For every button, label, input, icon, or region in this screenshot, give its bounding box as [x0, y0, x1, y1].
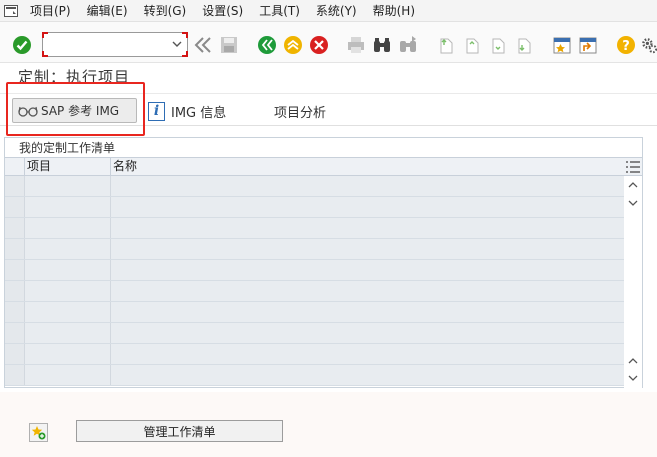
menu-item-settings[interactable]: 设置(S) [194, 2, 251, 19]
cell-name [111, 344, 626, 364]
save-icon[interactable] [219, 35, 239, 55]
command-input[interactable] [46, 35, 166, 54]
menu-bar: 项目(P) 编辑(E) 转到(G) 设置(S) 工具(T) 系统(Y) 帮助(H… [0, 0, 657, 22]
cell-project [25, 260, 111, 280]
cell-project [25, 365, 111, 385]
back-icon[interactable] [257, 35, 277, 55]
system-menu-icon[interactable] [0, 0, 22, 22]
command-dropdown-icon[interactable] [171, 37, 183, 51]
cell-name [111, 365, 626, 385]
row-selector[interactable] [5, 218, 25, 238]
cell-name [111, 218, 626, 238]
column-header-name[interactable]: 名称 [111, 158, 626, 175]
svg-text:?: ? [622, 39, 630, 54]
cell-project [25, 323, 111, 343]
row-selector[interactable] [5, 197, 25, 217]
menu-item-help[interactable]: 帮助(H) [365, 2, 423, 19]
cell-name [111, 323, 626, 343]
bottom-area: 管理工作清单 [0, 392, 657, 457]
column-header-project[interactable]: 项目 [25, 158, 111, 175]
grid-body [5, 176, 626, 388]
menu-item-project[interactable]: 项目(P) [22, 2, 79, 19]
project-analysis-button[interactable]: 项目分析 [274, 102, 326, 121]
row-selector[interactable] [5, 260, 25, 280]
info-icon: i [148, 101, 165, 121]
menu-item-edit[interactable]: 编辑(E) [79, 2, 136, 19]
grid-settings-icon[interactable] [624, 157, 642, 176]
table-row[interactable] [5, 302, 626, 323]
worklist-panel: 我的定制工作清单 项目 名称 [4, 137, 643, 388]
scroll-down-icon[interactable] [627, 373, 639, 383]
exit-icon[interactable] [283, 35, 303, 55]
select-all-column[interactable] [5, 158, 25, 175]
cell-project [25, 218, 111, 238]
cell-name [111, 281, 626, 301]
table-row[interactable] [5, 260, 626, 281]
img-info-button[interactable]: i IMG 信息 [148, 100, 226, 122]
cell-name [111, 302, 626, 322]
cell-name [111, 239, 626, 259]
cell-project [25, 197, 111, 217]
cell-name [111, 197, 626, 217]
table-row[interactable] [5, 344, 626, 365]
row-selector[interactable] [5, 323, 25, 343]
command-field[interactable] [42, 32, 188, 57]
row-selector[interactable] [5, 239, 25, 259]
img-info-label: IMG 信息 [171, 105, 227, 121]
table-row[interactable] [5, 281, 626, 302]
generate-shortcut-icon[interactable] [578, 35, 598, 55]
vertical-scrollbar[interactable] [624, 176, 642, 388]
row-selector[interactable] [5, 281, 25, 301]
menu-item-system[interactable]: 系统(Y) [308, 2, 365, 19]
print-icon[interactable] [346, 35, 366, 55]
cancel-icon[interactable] [309, 35, 329, 55]
cell-project [25, 281, 111, 301]
cell-name [111, 176, 626, 196]
first-page-icon[interactable] [436, 35, 456, 55]
grid-header: 项目 名称 [5, 157, 626, 176]
customize-layout-icon[interactable] [641, 35, 657, 55]
row-selector[interactable] [5, 176, 25, 196]
table-row[interactable] [5, 323, 626, 344]
row-selector[interactable] [5, 365, 25, 385]
find-next-icon[interactable] [398, 35, 418, 55]
scroll-up-icon[interactable] [627, 180, 639, 190]
table-row[interactable] [5, 239, 626, 260]
row-selector[interactable] [5, 302, 25, 322]
cell-project [25, 176, 111, 196]
manage-worklist-button[interactable]: 管理工作清单 [76, 420, 283, 442]
next-page-icon[interactable] [488, 35, 508, 55]
table-row[interactable] [5, 197, 626, 218]
worklist-title: 我的定制工作清单 [19, 141, 116, 155]
cell-project [25, 302, 111, 322]
cell-name [111, 260, 626, 280]
add-favorite-icon[interactable] [29, 423, 48, 442]
double-left-arrow-icon[interactable] [193, 35, 213, 55]
standard-toolbar: ? [0, 22, 657, 63]
table-row[interactable] [5, 176, 626, 197]
cell-project [25, 239, 111, 259]
enter-icon[interactable] [12, 35, 32, 55]
table-row[interactable] [5, 218, 626, 239]
row-selector[interactable] [5, 344, 25, 364]
last-page-icon[interactable] [514, 35, 534, 55]
cell-project [25, 344, 111, 364]
menu-item-goto[interactable]: 转到(G) [136, 2, 195, 19]
create-session-icon[interactable] [552, 35, 572, 55]
table-row[interactable] [5, 365, 626, 386]
highlight-annotation [6, 82, 145, 136]
menu-item-tools[interactable]: 工具(T) [251, 2, 308, 19]
page-down-icon[interactable] [627, 198, 639, 208]
find-icon[interactable] [372, 35, 392, 55]
page-up-icon[interactable] [627, 356, 639, 366]
previous-page-icon[interactable] [462, 35, 482, 55]
help-icon[interactable]: ? [616, 35, 636, 55]
